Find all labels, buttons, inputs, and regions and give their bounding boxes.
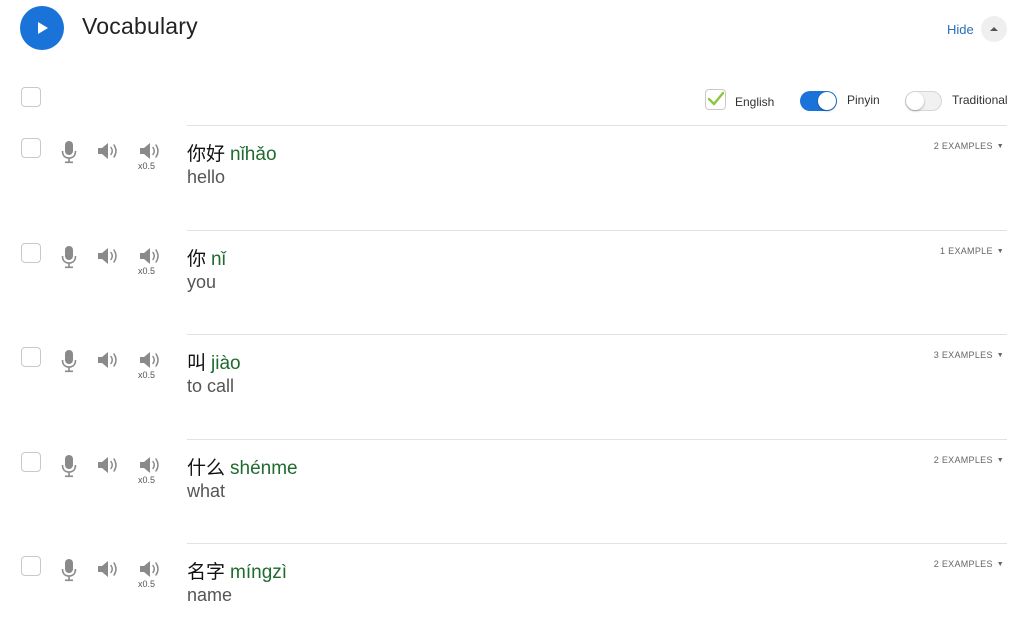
word-checkbox[interactable] bbox=[21, 138, 41, 158]
collapse-button[interactable] bbox=[981, 16, 1007, 42]
examples-dropdown[interactable]: 2 EXAMPLES ▼ bbox=[934, 141, 1004, 151]
pinyin-text: míngzì bbox=[230, 562, 288, 583]
meaning-text: what bbox=[187, 480, 226, 501]
caret-down-icon: ▼ bbox=[996, 143, 1004, 150]
caret-down-icon: ▼ bbox=[996, 247, 1004, 255]
play-all-button[interactable] bbox=[20, 6, 64, 50]
slow-speed-label: x0.5 bbox=[138, 161, 156, 171]
pinyin-label: Pinyin bbox=[847, 93, 880, 107]
traditional-label: Traditional bbox=[952, 93, 1008, 107]
word-row: x0.5 你好 nǐhǎo hello 2 EXAMPLES ▼ bbox=[0, 125, 1024, 229]
word-line: 你 nǐ bbox=[187, 244, 226, 271]
examples-dropdown[interactable]: 2 EXAMPLES ▼ bbox=[934, 559, 1004, 569]
play-icon bbox=[38, 22, 48, 34]
meaning-text: hello bbox=[187, 167, 226, 187]
microphone-icon[interactable] bbox=[61, 454, 77, 478]
hanzi-text: 你 bbox=[187, 247, 207, 270]
microphone-icon[interactable] bbox=[61, 245, 77, 269]
word-checkbox[interactable] bbox=[21, 242, 41, 263]
examples-label: 3 EXAMPLES bbox=[933, 350, 993, 360]
word-line: 什么 shénme bbox=[187, 453, 298, 480]
word-row: x0.5 叫 jiào to call 3 EXAMPLES ▼ bbox=[0, 334, 1024, 438]
slow-speed-label: x0.5 bbox=[138, 474, 156, 485]
traditional-toggle[interactable] bbox=[905, 91, 942, 111]
word-checkbox[interactable] bbox=[21, 451, 41, 472]
vocabulary-header: Vocabulary Hide bbox=[0, 0, 1024, 60]
meaning-text: to call bbox=[187, 376, 235, 396]
examples-label: 2 EXAMPLES bbox=[933, 454, 993, 465]
chevron-up-icon bbox=[990, 27, 998, 31]
microphone-icon[interactable] bbox=[61, 349, 77, 373]
examples-label: 1 EXAMPLE bbox=[940, 245, 993, 256]
row-divider bbox=[187, 543, 1007, 544]
examples-label: 2 EXAMPLES bbox=[933, 141, 993, 151]
slow-speed-label: x0.5 bbox=[138, 370, 156, 380]
hanzi-text: 你好 bbox=[187, 143, 226, 165]
pinyin-text: nǐhǎo bbox=[230, 144, 277, 165]
meaning-text: name bbox=[187, 585, 233, 605]
examples-label: 2 EXAMPLES bbox=[933, 559, 993, 569]
microphone-icon[interactable] bbox=[61, 558, 77, 582]
pinyin-text: nǐ bbox=[211, 248, 226, 270]
toggle-knob bbox=[818, 92, 836, 110]
word-line: 你好 nǐhǎo bbox=[187, 139, 277, 166]
microphone-icon[interactable] bbox=[61, 140, 77, 164]
word-row: x0.5 名字 míngzì name 2 EXAMPLES ▼ bbox=[0, 543, 1024, 634]
vocabulary-toolbar: English Pinyin Traditional bbox=[0, 80, 1024, 116]
page-title: Vocabulary bbox=[82, 13, 198, 39]
word-line: 名字 míngzì bbox=[187, 557, 287, 584]
examples-dropdown[interactable]: 3 EXAMPLES ▼ bbox=[934, 350, 1004, 360]
examples-dropdown[interactable]: 1 EXAMPLE ▼ bbox=[940, 246, 1004, 256]
word-checkbox[interactable] bbox=[21, 347, 41, 367]
slow-speed-label: x0.5 bbox=[138, 265, 156, 276]
speaker-icon[interactable] bbox=[97, 141, 121, 161]
row-divider bbox=[187, 229, 1007, 231]
hide-link[interactable]: Hide bbox=[947, 22, 974, 37]
speaker-icon[interactable] bbox=[97, 350, 121, 370]
english-label: English bbox=[735, 95, 775, 109]
row-divider bbox=[187, 334, 1007, 335]
pinyin-text: jiào bbox=[211, 353, 241, 374]
speaker-slow-icon[interactable] bbox=[139, 455, 163, 475]
word-row: x0.5 什么 shénme what 2 EXAMPLES ▼ bbox=[0, 438, 1024, 543]
row-divider bbox=[187, 438, 1007, 440]
slow-speed-label: x0.5 bbox=[138, 579, 156, 589]
word-row: x0.5 你 nǐ you 1 EXAMPLE ▼ bbox=[0, 229, 1024, 334]
toggle-knob bbox=[906, 92, 924, 110]
caret-down-icon: ▼ bbox=[996, 561, 1004, 568]
speaker-slow-icon[interactable] bbox=[139, 559, 163, 579]
speaker-icon[interactable] bbox=[97, 455, 121, 475]
caret-down-icon: ▼ bbox=[996, 352, 1004, 359]
hanzi-text: 叫 bbox=[187, 352, 207, 374]
pinyin-text: shénme bbox=[230, 457, 298, 479]
hanzi-text: 名字 bbox=[187, 561, 226, 583]
speaker-icon[interactable] bbox=[97, 559, 121, 579]
speaker-icon[interactable] bbox=[97, 246, 121, 266]
english-checkbox[interactable] bbox=[705, 89, 726, 110]
select-all-checkbox[interactable] bbox=[21, 87, 41, 107]
word-checkbox[interactable] bbox=[21, 556, 41, 576]
word-line: 叫 jiào bbox=[187, 348, 241, 375]
examples-dropdown[interactable]: 2 EXAMPLES ▼ bbox=[934, 455, 1004, 465]
row-divider bbox=[187, 125, 1007, 126]
meaning-text: you bbox=[187, 271, 217, 292]
pinyin-toggle[interactable] bbox=[800, 91, 837, 111]
hanzi-text: 什么 bbox=[187, 456, 226, 479]
caret-down-icon: ▼ bbox=[996, 456, 1004, 464]
checkmark-icon bbox=[707, 91, 725, 106]
speaker-slow-icon[interactable] bbox=[139, 246, 163, 266]
speaker-slow-icon[interactable] bbox=[139, 141, 163, 161]
speaker-slow-icon[interactable] bbox=[139, 350, 163, 370]
